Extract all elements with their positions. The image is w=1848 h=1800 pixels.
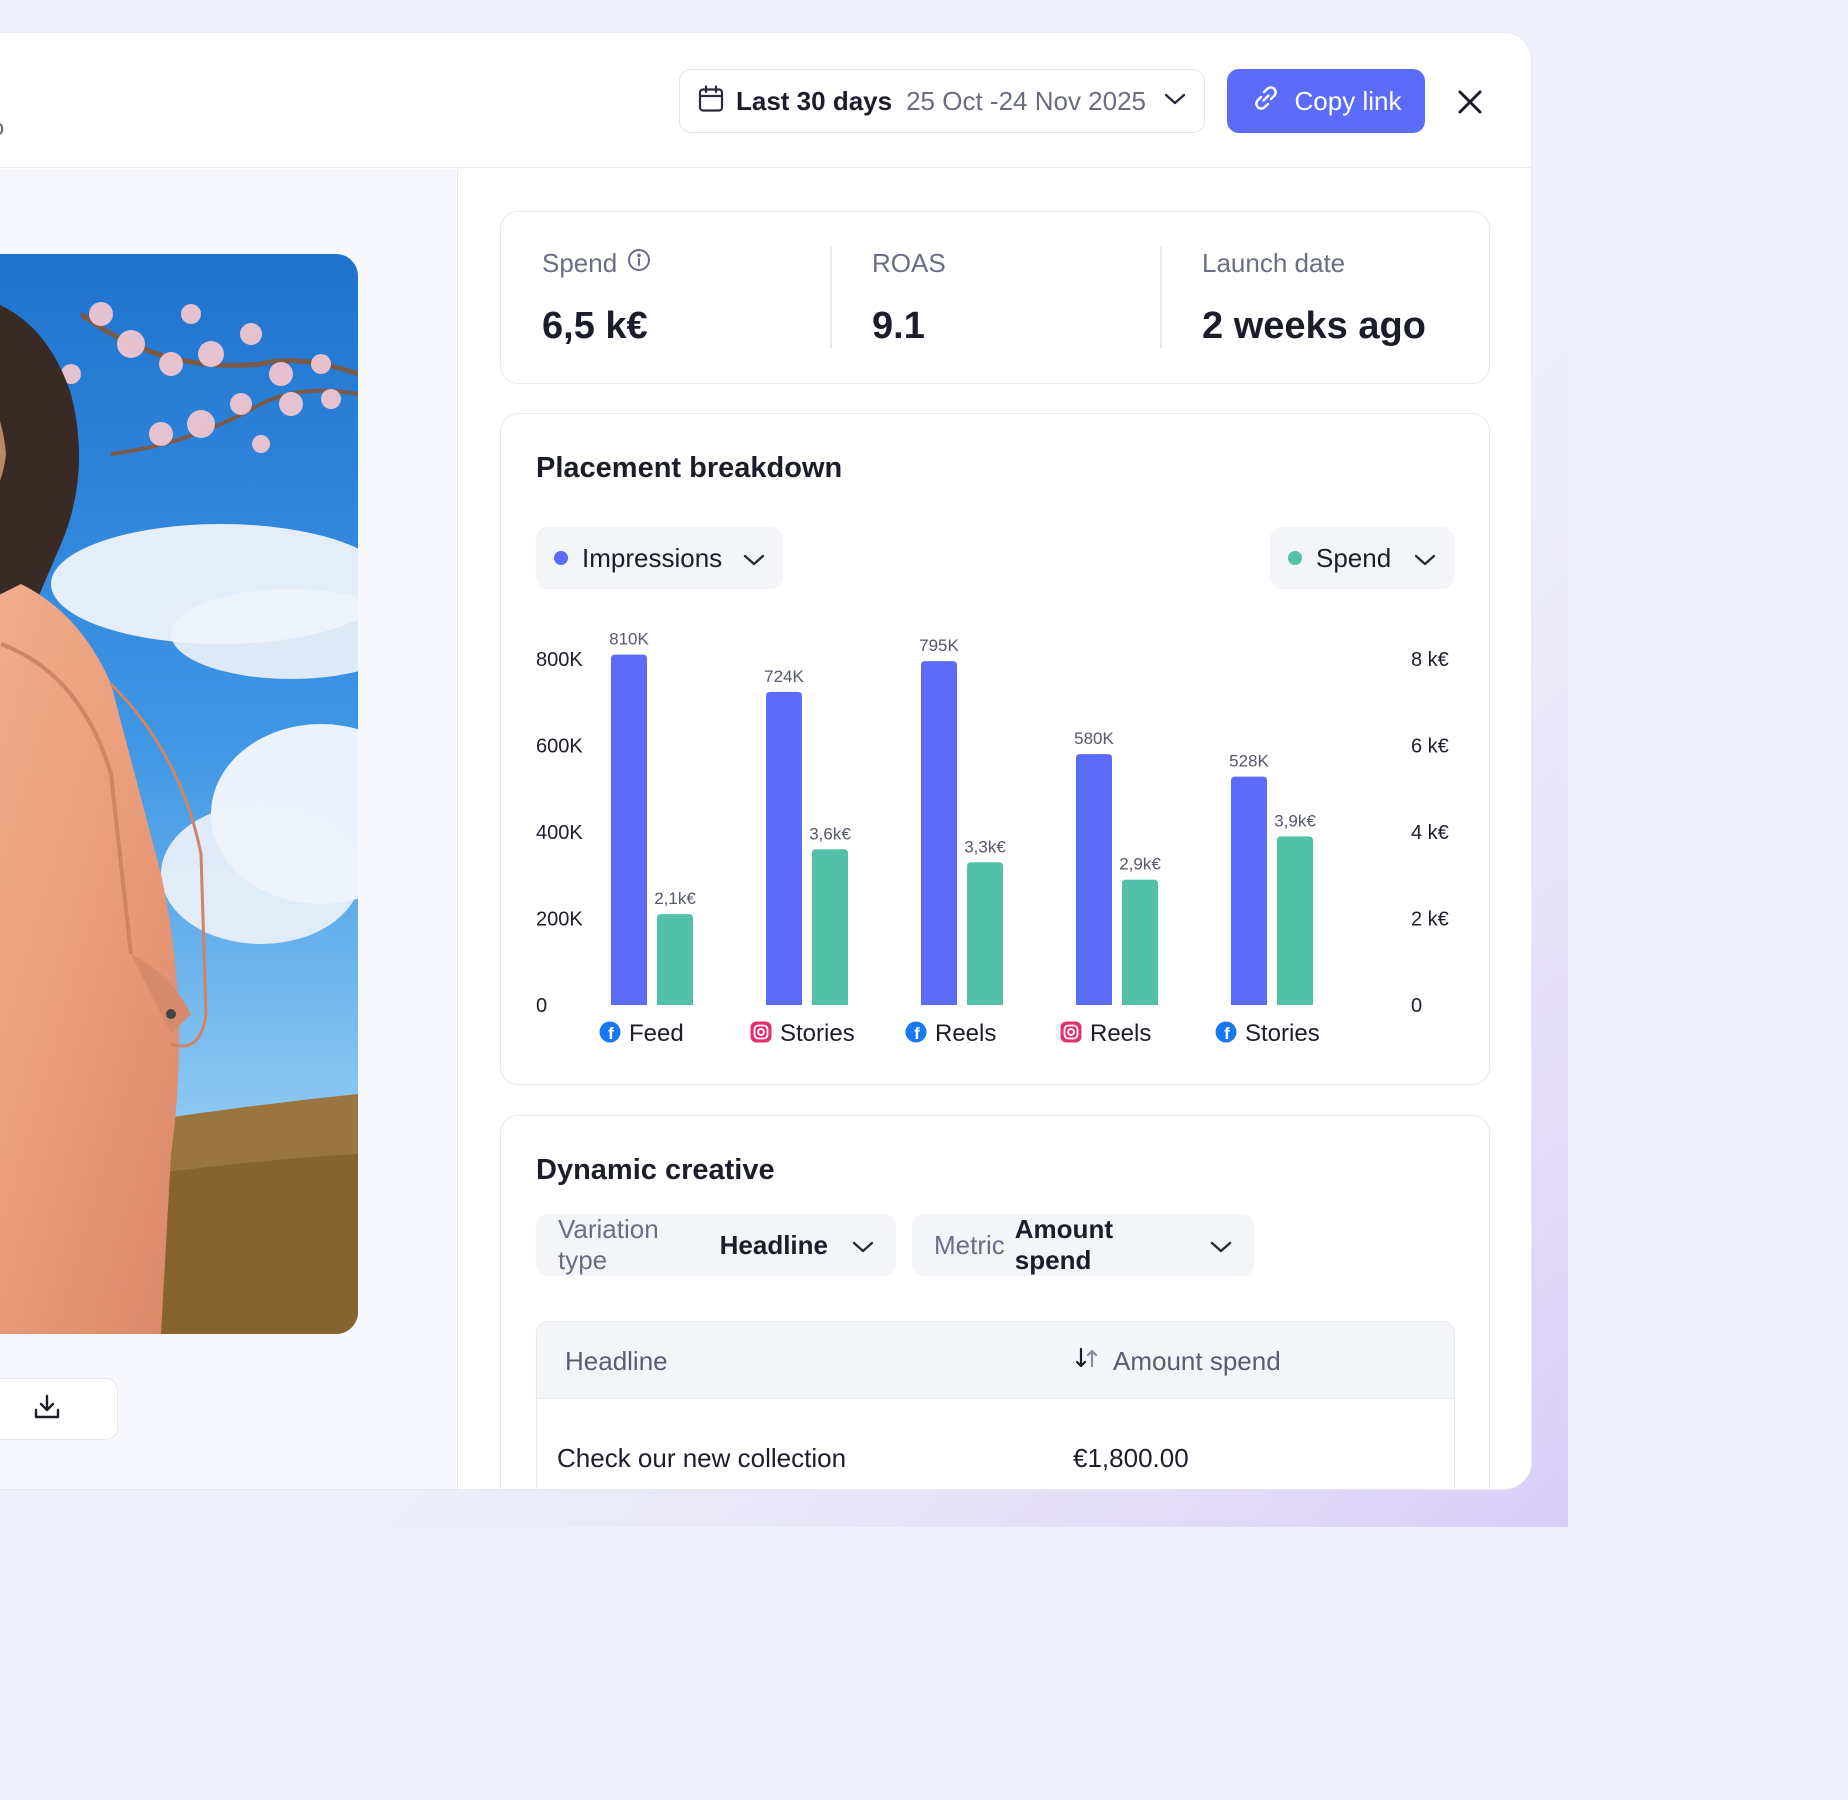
bar-value-label: 724K xyxy=(764,667,804,686)
right-axis-tick-label: 2 k€ xyxy=(1411,909,1449,931)
close-icon[interactable] xyxy=(1453,85,1487,119)
table-row[interactable]: Check our new collection €1,800.00 xyxy=(537,1399,1454,1489)
bar-value-label: 528K xyxy=(1229,752,1269,771)
date-range-label: Last 30 days xyxy=(736,85,893,116)
date-range-value: 25 Oct -24 Nov 2025 xyxy=(906,85,1147,116)
column-header-headline[interactable]: Headline xyxy=(565,1346,668,1377)
creative-image xyxy=(0,254,358,1334)
stat-roas: ROAS 9.1 xyxy=(872,248,946,348)
impressions-bar xyxy=(611,654,647,1005)
ad-details-panel: ɔ Last 30 days 25 Oct -24 Nov 2025 xyxy=(0,32,1532,1490)
right-axis-tick-label: 0 xyxy=(1411,995,1422,1017)
copy-link-button[interactable]: Copy link xyxy=(1227,69,1425,133)
bar-value-label: 3,6k€ xyxy=(809,824,851,843)
stat-label: Launch date xyxy=(1202,248,1346,278)
dynamic-creative-card: Dynamic creative Variation type Headline… xyxy=(500,1115,1490,1489)
category-label: Reels xyxy=(1090,1020,1151,1047)
left-axis-tick-label: 400K xyxy=(536,822,583,844)
impressions-bar xyxy=(1231,776,1267,1005)
stat-label: ROAS xyxy=(872,248,946,278)
divider xyxy=(1160,246,1162,348)
sort-icon[interactable] xyxy=(1073,1344,1101,1379)
stats-card: Spend 6,5 k€ ROAS 9.1 Launch date 2 week… xyxy=(500,211,1490,384)
cell-headline: Check our new collection xyxy=(557,1443,847,1473)
right-axis-tick-label: 4 k€ xyxy=(1411,822,1449,844)
variation-type-value: Headline xyxy=(719,1229,828,1260)
chevron-down-icon xyxy=(852,1230,874,1261)
stat-value: 6,5 k€ xyxy=(542,305,648,347)
bar-value-label: 810K xyxy=(609,630,649,649)
metric-key: Metric xyxy=(934,1229,1005,1260)
copy-link-label: Copy link xyxy=(1294,85,1402,116)
spend-bar xyxy=(1277,836,1313,1005)
cell-amount: €1,800.00 xyxy=(1073,1443,1189,1473)
chevron-down-icon xyxy=(1210,1230,1232,1261)
spend-bar xyxy=(812,849,848,1005)
variation-type-dropdown[interactable]: Variation type Headline xyxy=(536,1214,896,1276)
dynamic-title: Dynamic creative xyxy=(536,1154,775,1186)
stat-value: 9.1 xyxy=(872,305,925,347)
facebook-icon: f xyxy=(914,1024,920,1043)
left-axis-tick-label: 800K xyxy=(536,649,583,671)
date-range-picker[interactable]: Last 30 days 25 Oct -24 Nov 2025 xyxy=(679,69,1205,133)
metric-dropdown[interactable]: Metric Amount spend xyxy=(912,1214,1254,1276)
spend-bar xyxy=(657,914,693,1005)
left-axis-tick-label: 600K xyxy=(536,736,583,758)
link-icon xyxy=(1251,83,1281,120)
spend-bar xyxy=(1122,879,1158,1005)
right-axis-tick-label: 6 k€ xyxy=(1411,736,1449,758)
info-icon[interactable] xyxy=(627,248,651,279)
left-axis-tick-label: 0 xyxy=(536,995,547,1017)
truncated-title-fragment: ɔ xyxy=(0,115,4,141)
stat-label: Spend xyxy=(542,248,618,278)
bar-value-label: 3,3k€ xyxy=(964,837,1006,856)
right-axis-tick-label: 8 k€ xyxy=(1411,649,1449,671)
placement-bar-chart: 0 200K 400K 600K 800K 0 2 k€ 4 k€ 6 k€ 8 k€ 810K 2,… xyxy=(536,630,1449,1047)
stat-launch-date: Launch date 2 weeks ago xyxy=(1202,248,1426,348)
facebook-icon: f xyxy=(608,1024,614,1043)
category-label: Stories xyxy=(780,1020,855,1047)
bar-value-label: 2,9k€ xyxy=(1119,855,1161,874)
category-label: Feed xyxy=(629,1020,684,1047)
stat-spend: Spend 6,5 k€ xyxy=(542,248,651,348)
impressions-bar xyxy=(1076,754,1112,1005)
facebook-icon: f xyxy=(1224,1024,1230,1043)
creative-preview-pane xyxy=(0,169,458,1489)
impressions-bar xyxy=(921,661,957,1005)
download-icon xyxy=(33,1393,61,1426)
bar-value-label: 3,9k€ xyxy=(1274,811,1316,830)
divider xyxy=(830,246,832,348)
placement-breakdown-card: Placement breakdown Impressions Spend 02… xyxy=(500,413,1490,1085)
bar-value-label: 580K xyxy=(1074,729,1114,748)
category-label: Reels xyxy=(935,1020,996,1047)
left-axis-tick-label: 200K xyxy=(536,909,583,931)
category-label: Stories xyxy=(1245,1020,1320,1047)
dynamic-creative-table: Headline Amount spend Check our new coll… xyxy=(536,1321,1455,1489)
calendar-icon xyxy=(698,84,724,118)
table-header: Headline Amount spend xyxy=(537,1322,1454,1399)
bar-value-label: 795K xyxy=(919,636,959,655)
bar-value-label: 2,1k€ xyxy=(654,889,696,908)
stat-value: 2 weeks ago xyxy=(1202,305,1426,347)
metric-value: Amount spend xyxy=(1014,1214,1113,1275)
column-header-amount-spend[interactable]: Amount spend xyxy=(1113,1346,1281,1377)
impressions-bar xyxy=(766,691,802,1005)
panel-header: ɔ Last 30 days 25 Oct -24 Nov 2025 xyxy=(0,33,1531,168)
download-button[interactable] xyxy=(0,1378,118,1440)
spend-bar xyxy=(967,862,1003,1005)
chevron-down-icon xyxy=(1164,92,1186,111)
variation-type-key: Variation type xyxy=(558,1214,659,1275)
